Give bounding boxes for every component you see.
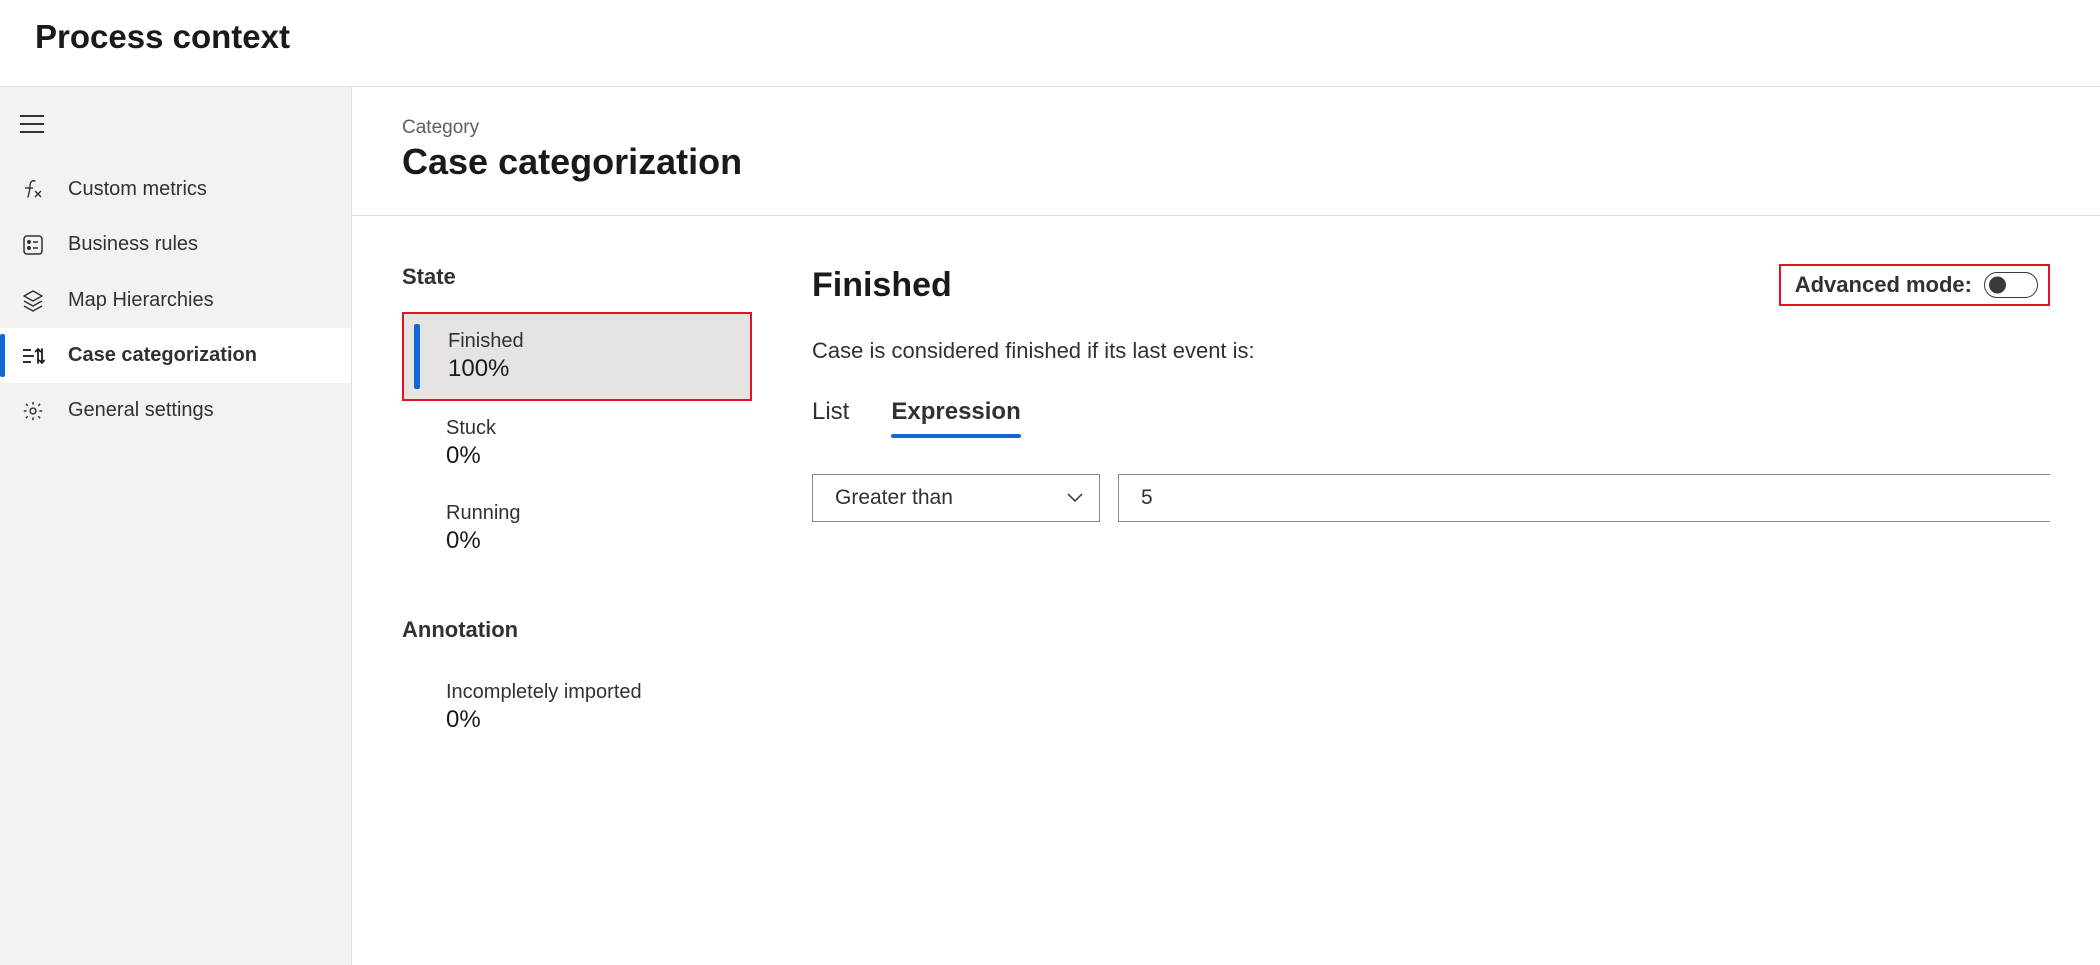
sidebar-item-label: Map Hierarchies (68, 289, 214, 312)
detail-panel: Finished Advanced mode: Case is consider… (812, 264, 2050, 750)
detail-description: Case is considered finished if its last … (812, 338, 2050, 364)
state-name: Running (446, 502, 730, 525)
state-item-stuck[interactable]: Stuck 0% (402, 401, 752, 486)
annotation-value: 0% (446, 706, 730, 734)
annotation-section-label: Annotation (402, 617, 752, 643)
sidebar-item-label: General settings (68, 399, 214, 422)
sidebar-item-custom-metrics[interactable]: Custom metrics (0, 161, 351, 217)
annotation-item-incompletely-imported[interactable]: Incompletely imported 0% (402, 665, 752, 750)
state-value: 0% (446, 527, 730, 555)
sidebar-item-map-hierarchies[interactable]: Map Hierarchies (0, 272, 351, 328)
page-header: Process context (0, 0, 2100, 87)
state-section-label: State (402, 264, 752, 290)
sidebar-item-label: Business rules (68, 233, 198, 256)
chevron-down-icon (1067, 493, 1083, 503)
tab-expression[interactable]: Expression (891, 398, 1020, 436)
advanced-mode-container: Advanced mode: (1779, 264, 2050, 306)
category-title: Case categorization (402, 141, 2050, 183)
sort-icon (20, 345, 46, 367)
sidebar-item-business-rules[interactable]: Business rules (0, 217, 351, 272)
rules-icon (20, 234, 46, 256)
advanced-mode-label: Advanced mode: (1795, 272, 1972, 298)
state-name: Stuck (446, 417, 730, 440)
sidebar-item-label: Case categorization (68, 344, 257, 367)
sidebar: Custom metrics Business rules Map Hierar… (0, 87, 352, 965)
detail-tabs: List Expression (812, 398, 2050, 436)
advanced-mode-toggle[interactable] (1984, 272, 2038, 298)
layers-icon (20, 288, 46, 312)
state-item-finished[interactable]: Finished 100% (402, 312, 752, 401)
detail-title: Finished (812, 266, 952, 305)
state-name: Finished (448, 330, 728, 353)
category-label: Category (402, 117, 2050, 139)
page-title: Process context (35, 18, 2065, 56)
operator-value: Greater than (835, 486, 953, 510)
gear-icon (20, 400, 46, 422)
state-panel: State Finished 100% Stuck 0% Running 0% (402, 264, 752, 750)
sidebar-item-case-categorization[interactable]: Case categorization (0, 328, 351, 383)
fx-icon (20, 177, 46, 201)
state-item-running[interactable]: Running 0% (402, 486, 752, 571)
state-value: 0% (446, 442, 730, 470)
hamburger-icon (20, 115, 44, 133)
state-value: 100% (448, 355, 728, 383)
divider (352, 215, 2100, 216)
tab-list[interactable]: List (812, 398, 849, 436)
value-input[interactable] (1118, 474, 2050, 522)
annotation-name: Incompletely imported (446, 681, 730, 704)
sidebar-item-general-settings[interactable]: General settings (0, 383, 351, 438)
sidebar-item-label: Custom metrics (68, 178, 207, 201)
hamburger-button[interactable] (0, 95, 351, 161)
toggle-knob (1989, 277, 2006, 294)
main-content: Category Case categorization State Finis… (352, 87, 2100, 965)
operator-select[interactable]: Greater than (812, 474, 1100, 522)
